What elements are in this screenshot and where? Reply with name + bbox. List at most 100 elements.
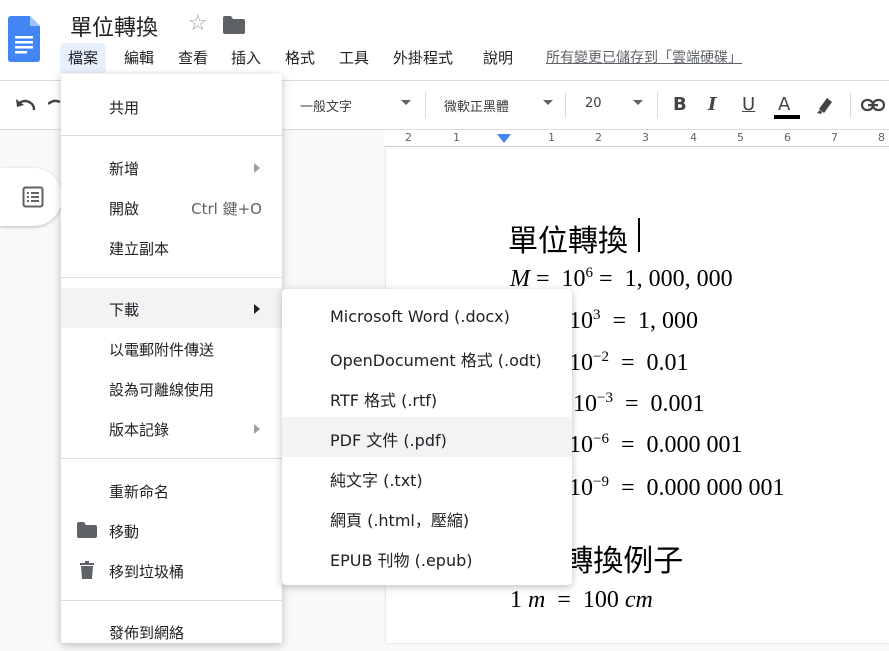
document-heading: 單位轉換 <box>508 224 628 259</box>
eq-rhs: 1, 000 <box>638 308 699 334</box>
ruler-label: 1 <box>453 131 460 144</box>
underline-button[interactable]: U <box>742 94 755 115</box>
menu-item-email-attachment[interactable]: 以電郵附件傳送 <box>61 328 282 368</box>
menu-item-label: 發佈到網絡 <box>109 624 185 642</box>
example-unit: m <box>528 587 546 613</box>
menu-item-new[interactable]: 新增 <box>61 147 282 187</box>
eq-base: 10 <box>569 308 593 334</box>
download-odt[interactable]: OpenDocument 格式 (.odt) <box>282 337 572 377</box>
menu-view[interactable]: 查看 <box>170 43 216 73</box>
menu-item-label: 建立副本 <box>109 240 170 258</box>
menu-item-version-history[interactable]: 版本記錄 <box>61 408 282 448</box>
equation-line-5: 10−6 = 0.000 001 <box>569 431 743 458</box>
ruler-label: 8 <box>878 131 885 144</box>
font-dropdown[interactable]: 微軟正黑體 <box>444 96 509 115</box>
docs-logo-icon[interactable] <box>8 16 40 62</box>
eq-exp: 6 <box>585 265 594 281</box>
ruler-label: 2 <box>405 131 412 144</box>
submenu-arrow-icon <box>254 424 260 434</box>
ruler-label: 2 <box>595 131 602 144</box>
submenu-item-label: OpenDocument 格式 (.odt) <box>330 351 542 370</box>
text-color-button[interactable]: A <box>778 94 790 115</box>
redo-icon[interactable] <box>48 96 62 114</box>
undo-icon[interactable] <box>14 96 36 114</box>
submenu-item-label: RTF 格式 (.rtf) <box>330 391 438 410</box>
eq-exp: −2 <box>593 349 609 365</box>
submenu-item-label: Microsoft Word (.docx) <box>330 307 510 326</box>
toolbar-divider <box>850 92 851 118</box>
submenu-item-label: PDF 文件 (.pdf) <box>330 431 447 450</box>
eq-exp: −6 <box>593 431 609 447</box>
equation-line-2: 103 = 1, 000 <box>569 307 699 334</box>
eq-base: 10 <box>569 432 593 458</box>
ruler[interactable]: 2 1 1 2 3 4 5 6 7 8 <box>384 130 889 147</box>
menu-divider <box>61 600 282 601</box>
link-icon[interactable] <box>861 98 885 112</box>
eq-rhs: 0.01 <box>646 350 689 376</box>
submenu-item-label: 純文字 (.txt) <box>330 471 423 490</box>
folder-icon <box>77 522 97 538</box>
download-docx[interactable]: Microsoft Word (.docx) <box>282 297 572 337</box>
menu-item-download[interactable]: 下載 <box>61 288 282 328</box>
menu-item-open[interactable]: 開啟 Ctrl 鍵+O <box>61 187 282 227</box>
menu-divider <box>61 135 282 136</box>
ruler-label: 7 <box>831 131 838 144</box>
menu-insert[interactable]: 插入 <box>223 43 269 73</box>
document-outline-icon[interactable] <box>22 186 44 208</box>
eq-rhs: 0.000 001 <box>646 432 743 458</box>
menu-item-offline[interactable]: 設為可離線使用 <box>61 368 282 408</box>
download-rtf[interactable]: RTF 格式 (.rtf) <box>282 377 572 417</box>
menu-item-rename[interactable]: 重新命名 <box>61 470 282 510</box>
menu-addons[interactable]: 外掛程式 <box>385 43 461 73</box>
menu-tools[interactable]: 工具 <box>331 43 377 73</box>
menu-item-label: 新增 <box>109 160 140 178</box>
trash-icon <box>80 561 94 579</box>
eq-base: 10 <box>569 475 593 501</box>
indent-marker[interactable] <box>497 134 511 143</box>
font-caret-icon[interactable] <box>543 100 553 105</box>
menu-help[interactable]: 說明 <box>475 43 521 73</box>
menu-item-make-copy[interactable]: 建立副本 <box>61 227 282 267</box>
italic-button[interactable]: I <box>708 94 716 115</box>
font-size-dropdown[interactable]: 20 <box>585 96 602 111</box>
eq-exp: 3 <box>593 307 601 323</box>
menu-item-label: 共用 <box>109 99 140 117</box>
menu-edit[interactable]: 編輯 <box>116 43 162 73</box>
menu-item-move[interactable]: 移動 <box>61 510 282 550</box>
menu-item-trash[interactable]: 移到垃圾桶 <box>61 550 282 590</box>
toolbar-divider <box>657 92 658 118</box>
folder-icon[interactable] <box>223 16 245 34</box>
text-cursor <box>638 218 640 252</box>
menu-format[interactable]: 格式 <box>277 43 323 73</box>
download-pdf[interactable]: PDF 文件 (.pdf) <box>282 417 572 457</box>
toolbar-divider <box>425 92 426 118</box>
menu-divider <box>61 277 282 278</box>
equation-line-3: 10−2 = 0.01 <box>569 349 689 376</box>
menu-item-publish[interactable]: 發佈到網絡 <box>61 611 282 651</box>
eq-base: 10 <box>569 350 593 376</box>
star-icon[interactable]: ☆ <box>188 11 208 36</box>
menu-item-label: 開啟 <box>109 200 140 218</box>
ruler-label: 1 <box>548 131 555 144</box>
equation-line-6: 10−9 = 0.000 000 001 <box>569 474 785 501</box>
highlight-pen-icon[interactable] <box>815 95 835 115</box>
style-dropdown[interactable]: 一般文字 <box>300 96 352 115</box>
size-caret-icon[interactable] <box>633 100 643 105</box>
submenu-arrow-icon <box>254 304 260 314</box>
download-html[interactable]: 網頁 (.html，壓縮) <box>282 497 572 537</box>
menu-file[interactable]: 檔案 <box>60 43 107 73</box>
example-value: 1 <box>510 587 522 613</box>
equation-line-4: 10−3 = 0.001 <box>573 390 705 417</box>
ruler-label: 4 <box>690 131 697 144</box>
ruler-label: 5 <box>737 131 744 144</box>
eq-base: 10 <box>573 391 597 417</box>
download-txt[interactable]: 純文字 (.txt) <box>282 457 572 497</box>
eq-exp: −3 <box>597 390 613 406</box>
save-status-link[interactable]: 所有變更已儲存到「雲端硬碟」 <box>546 43 742 73</box>
menu-item-label: 重新命名 <box>109 483 170 501</box>
bold-button[interactable]: B <box>673 94 687 115</box>
style-caret-icon[interactable] <box>401 100 411 105</box>
document-title[interactable]: 單位轉換 <box>70 10 158 42</box>
menu-item-share[interactable]: 共用 <box>61 86 282 126</box>
download-epub[interactable]: EPUB 刊物 (.epub) <box>282 537 572 577</box>
